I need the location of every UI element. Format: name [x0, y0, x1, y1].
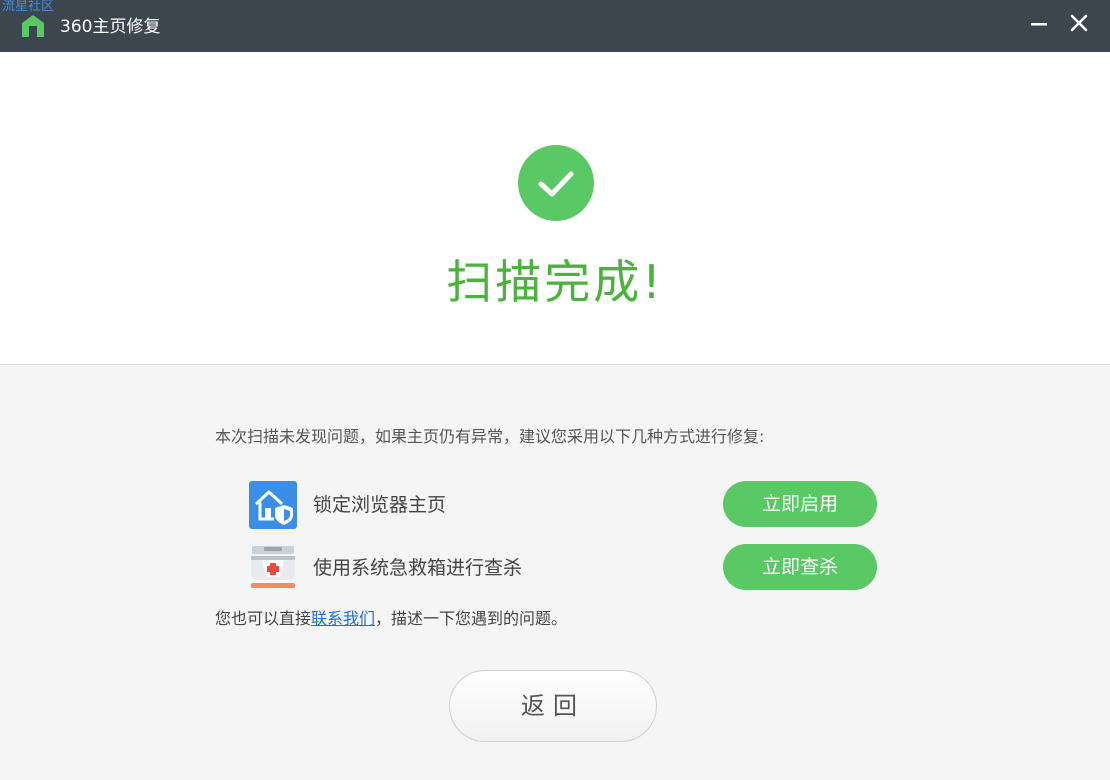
check-icon	[518, 145, 594, 221]
window-title: 360主页修复	[60, 17, 161, 37]
scan-result-panel: 扫描完成!	[0, 52, 1110, 364]
minimize-icon[interactable]	[1023, 8, 1055, 40]
contact-suffix: ，描述一下您遇到的问题。	[375, 609, 568, 628]
home-app-icon	[22, 15, 44, 37]
close-icon[interactable]	[1063, 8, 1095, 40]
option-lock-homepage: 锁定浏览器主页 立即启用	[248, 480, 878, 530]
suggestion-text: 本次扫描未发现问题，如果主页仍有异常，建议您采用以下几种方式进行修复:	[215, 427, 765, 446]
scan-kill-now-button[interactable]: 立即查杀	[723, 544, 877, 590]
scan-complete-heading: 扫描完成!	[446, 255, 664, 309]
watermark-text: 流星社区	[2, 0, 55, 14]
option-label: 锁定浏览器主页	[313, 494, 447, 516]
suggestion-panel: 本次扫描未发现问题，如果主页仍有异常，建议您采用以下几种方式进行修复: 锁定浏览…	[0, 364, 1110, 780]
homepage-repair-window: 流星社区 360主页修复 扫描完成! 本次扫描未发现问题，如果主页仍有异常，建议…	[0, 0, 1110, 780]
option-system-rescue: 使用系统急救箱进行查杀 立即查杀	[248, 543, 878, 593]
contact-text: 您也可以直接联系我们，描述一下您遇到的问题。	[215, 607, 567, 631]
lock-homepage-icon	[249, 481, 297, 529]
contact-prefix: 您也可以直接	[215, 609, 312, 628]
option-label: 使用系统急救箱进行查杀	[313, 557, 523, 579]
enable-now-button[interactable]: 立即启用	[723, 481, 877, 527]
title-bar[interactable]: 360主页修复	[0, 0, 1110, 52]
contact-us-link[interactable]: 联系我们	[311, 609, 375, 628]
back-button[interactable]: 返回	[449, 670, 657, 742]
first-aid-kit-icon	[251, 546, 295, 588]
